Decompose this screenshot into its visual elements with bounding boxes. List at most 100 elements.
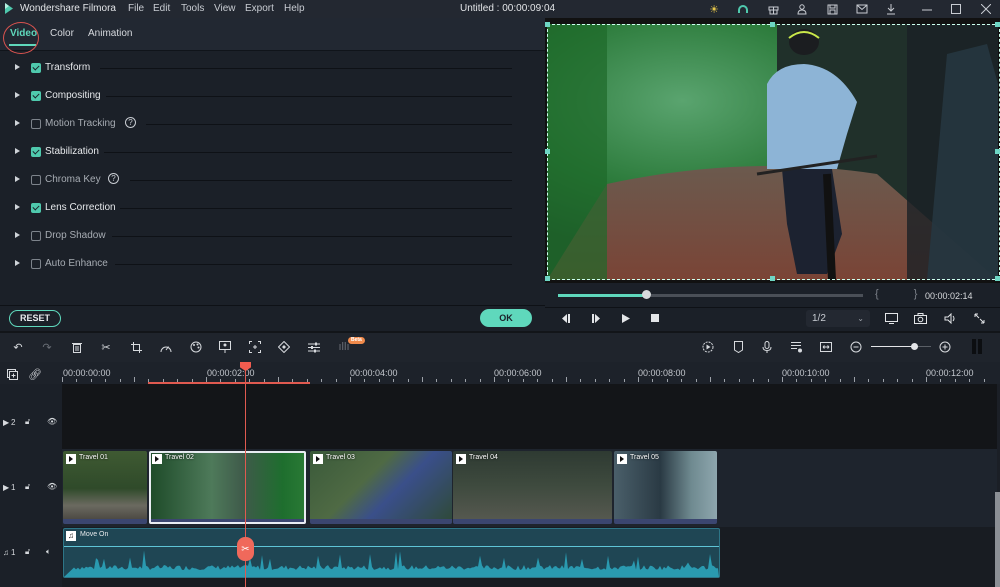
- resize-handle[interactable]: [545, 276, 550, 281]
- keyframe-icon[interactable]: [276, 339, 292, 355]
- menu-help[interactable]: Help: [284, 3, 305, 14]
- microphone-icon[interactable]: [759, 339, 775, 355]
- maximize-icon[interactable]: [949, 2, 963, 16]
- property-checkbox[interactable]: [31, 147, 41, 157]
- lock-icon[interactable]: 🔓︎: [25, 417, 30, 427]
- add-track-icon[interactable]: [4, 366, 20, 382]
- resize-handle[interactable]: [995, 276, 1000, 281]
- property-auto-enhance[interactable]: Auto Enhance: [0, 251, 520, 279]
- panel-toggle-icon[interactable]: [972, 339, 982, 354]
- headset-icon[interactable]: [736, 2, 750, 16]
- display-settings-icon[interactable]: [883, 310, 899, 326]
- property-checkbox[interactable]: [31, 259, 41, 269]
- property-stabilization[interactable]: Stabilization: [0, 139, 520, 167]
- eye-icon[interactable]: 👁︎: [47, 417, 57, 426]
- property-compositing[interactable]: Compositing: [0, 83, 520, 111]
- property-transform[interactable]: Transform: [0, 55, 520, 83]
- audio-mixer-icon[interactable]: [789, 339, 805, 355]
- menu-tools[interactable]: Tools: [181, 3, 204, 14]
- resize-handle[interactable]: [770, 22, 775, 27]
- property-drop-shadow[interactable]: Drop Shadow: [0, 223, 520, 251]
- property-checkbox[interactable]: [31, 119, 41, 129]
- resize-handle[interactable]: [995, 149, 1000, 154]
- property-checkbox[interactable]: [31, 203, 41, 213]
- expand-arrow-icon[interactable]: [15, 92, 20, 98]
- video-preview[interactable]: [545, 18, 1000, 283]
- video-track-2[interactable]: [62, 384, 997, 449]
- resize-handle[interactable]: [770, 276, 775, 281]
- crop-icon[interactable]: [128, 339, 144, 355]
- delete-icon[interactable]: [69, 339, 85, 355]
- green-screen-icon[interactable]: [217, 339, 233, 355]
- zoom-focus-icon[interactable]: [247, 339, 263, 355]
- video-clip[interactable]: Travel 05: [614, 451, 717, 524]
- video-clip[interactable]: Travel 01: [63, 451, 147, 524]
- help-icon[interactable]: ?: [125, 117, 136, 128]
- close-icon[interactable]: [979, 2, 993, 16]
- mail-icon[interactable]: [855, 2, 869, 16]
- property-chroma-key[interactable]: Chroma Key ?: [0, 167, 520, 195]
- timeline-vertical-scrollbar[interactable]: [995, 492, 1000, 587]
- save-icon[interactable]: [825, 2, 839, 16]
- lightbulb-icon[interactable]: ☀: [707, 2, 721, 16]
- render-preview-icon[interactable]: [700, 339, 716, 355]
- redo-icon[interactable]: ↷: [39, 339, 55, 355]
- property-checkbox[interactable]: [31, 231, 41, 241]
- fullscreen-icon[interactable]: [971, 310, 987, 326]
- previous-frame-icon[interactable]: [558, 310, 574, 326]
- fit-timeline-icon[interactable]: [818, 339, 834, 355]
- property-checkbox[interactable]: [31, 63, 41, 73]
- link-icon[interactable]: 🔗︎: [27, 366, 43, 382]
- menu-file[interactable]: File: [128, 3, 144, 14]
- ok-button[interactable]: OK: [480, 309, 532, 327]
- lock-icon[interactable]: 🔓︎: [25, 547, 30, 557]
- split-scissors-icon[interactable]: ✂: [237, 537, 254, 561]
- audio-clip[interactable]: ♫ Move On: [63, 528, 720, 578]
- account-icon[interactable]: [795, 2, 809, 16]
- reset-button[interactable]: RESET: [9, 310, 61, 327]
- undo-icon[interactable]: ↶: [10, 339, 26, 355]
- next-frame-icon[interactable]: [588, 310, 604, 326]
- cut-icon[interactable]: ✂: [98, 339, 114, 355]
- zoom-out-icon[interactable]: [848, 339, 864, 355]
- expand-arrow-icon[interactable]: [15, 120, 20, 126]
- resize-handle[interactable]: [545, 149, 550, 154]
- tab-animation[interactable]: Animation: [88, 28, 132, 39]
- property-checkbox[interactable]: [31, 175, 41, 185]
- video-clip[interactable]: Travel 04: [453, 451, 612, 524]
- video-clip[interactable]: Travel 03: [310, 451, 452, 524]
- menu-export[interactable]: Export: [245, 3, 274, 14]
- minimize-icon[interactable]: [920, 2, 934, 16]
- lock-icon[interactable]: 🔓︎: [25, 482, 30, 492]
- resize-handle[interactable]: [995, 22, 1000, 27]
- color-palette-icon[interactable]: [188, 339, 204, 355]
- property-lens-correction[interactable]: Lens Correction: [0, 195, 520, 223]
- snapshot-camera-icon[interactable]: [912, 310, 928, 326]
- adjust-sliders-icon[interactable]: [306, 339, 322, 355]
- play-icon[interactable]: [618, 310, 634, 326]
- zoom-in-icon[interactable]: [937, 339, 953, 355]
- download-icon[interactable]: [884, 2, 898, 16]
- speed-icon[interactable]: [158, 339, 174, 355]
- expand-arrow-icon[interactable]: [15, 204, 20, 210]
- preview-quality-select[interactable]: 1/2 ⌄: [806, 310, 870, 327]
- resize-handle[interactable]: [545, 22, 550, 27]
- video-clip[interactable]: Travel 02: [149, 451, 306, 524]
- property-checkbox[interactable]: [31, 91, 41, 101]
- speaker-icon[interactable]: 🔈︎: [46, 547, 51, 557]
- gift-icon[interactable]: [766, 2, 780, 16]
- menu-view[interactable]: View: [214, 3, 236, 14]
- expand-arrow-icon[interactable]: [15, 260, 20, 266]
- help-icon[interactable]: ?: [108, 173, 119, 184]
- tab-color[interactable]: Color: [50, 28, 74, 39]
- property-motion-tracking[interactable]: Motion Tracking ?: [0, 111, 520, 139]
- expand-arrow-icon[interactable]: [15, 148, 20, 154]
- expand-arrow-icon[interactable]: [15, 64, 20, 70]
- eye-icon[interactable]: 👁︎: [47, 482, 57, 491]
- expand-arrow-icon[interactable]: [15, 232, 20, 238]
- stop-icon[interactable]: [647, 310, 663, 326]
- marker-icon[interactable]: [730, 339, 746, 355]
- expand-arrow-icon[interactable]: [15, 176, 20, 182]
- menu-edit[interactable]: Edit: [153, 3, 170, 14]
- volume-icon[interactable]: [942, 310, 958, 326]
